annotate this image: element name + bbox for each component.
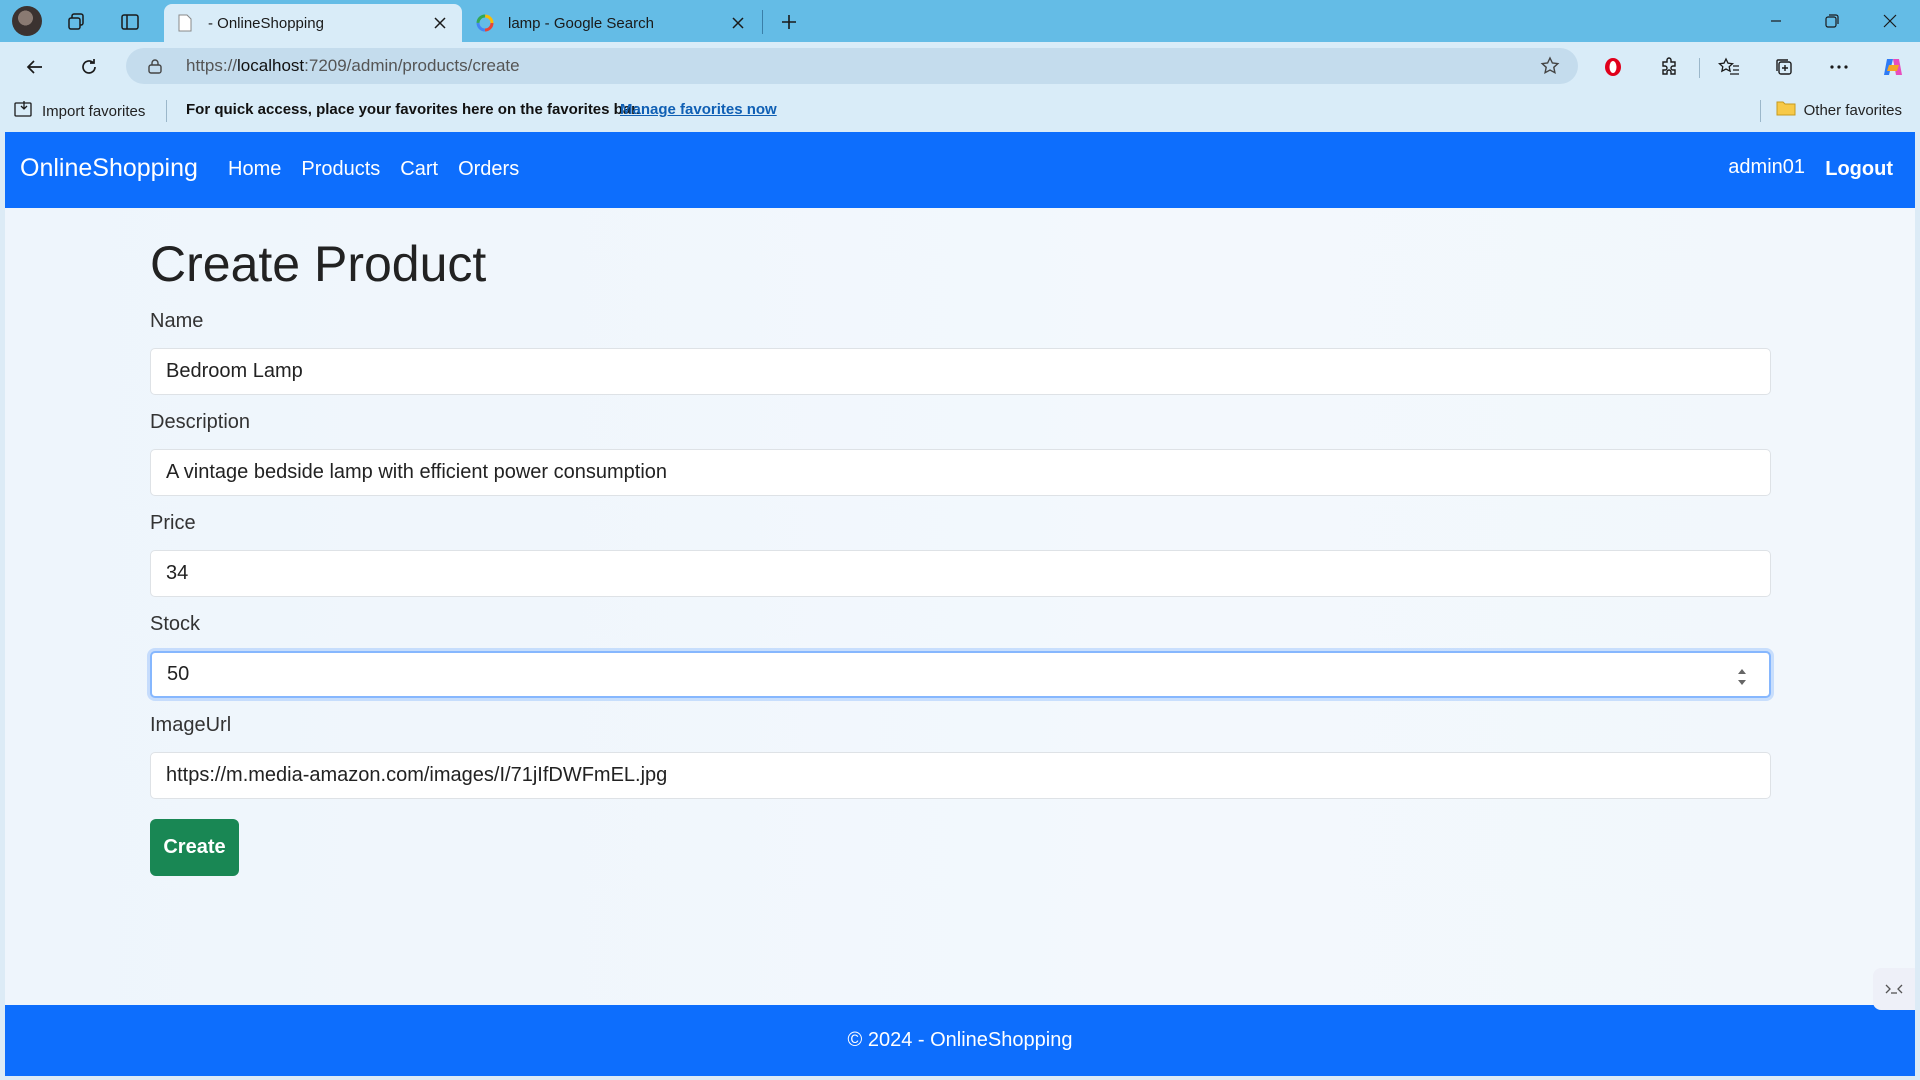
restore-icon[interactable] [1804, 0, 1860, 42]
refresh-icon[interactable] [72, 50, 106, 84]
favbar-divider [1760, 100, 1761, 122]
nav-links: Home Products Cart Orders [228, 158, 519, 181]
brand-link[interactable]: OnlineShopping [20, 154, 198, 183]
back-arrow-icon[interactable] [18, 50, 52, 84]
description-field-group: Description A vintage bedside lamp with … [150, 411, 1771, 496]
favbar-divider [166, 100, 167, 122]
logout-button[interactable]: Logout [1825, 158, 1893, 181]
google-icon [476, 14, 494, 32]
page-title: Create Product [150, 236, 487, 292]
stock-input[interactable]: 50 [150, 650, 1771, 698]
description-label: Description [150, 410, 251, 433]
close-icon[interactable] [430, 13, 450, 33]
site-navbar: OnlineShopping Home Products Cart Orders… [5, 132, 1915, 208]
imageurl-field-group: ImageUrl https://m.media-amazon.com/imag… [150, 714, 1771, 799]
new-tab-icon[interactable] [775, 8, 803, 36]
import-icon [14, 100, 34, 122]
address-toolbar: https://localhost:7209/admin/products/cr… [0, 42, 1920, 90]
name-field-group: Name Bedroom Lamp [150, 310, 1771, 395]
close-icon[interactable] [728, 13, 748, 33]
url-field[interactable]: https://localhost:7209/admin/products/cr… [126, 48, 1578, 84]
vertical-tabs-icon[interactable] [116, 8, 144, 36]
footer-text: © 2024 - OnlineShopping [847, 1029, 1073, 1051]
folder-icon [1776, 100, 1796, 120]
collections-icon[interactable] [1767, 50, 1801, 84]
extensions-icon[interactable] [1652, 50, 1686, 84]
opera-extension-icon[interactable] [1596, 50, 1630, 84]
workspaces-icon[interactable] [62, 8, 90, 36]
profile-avatar[interactable] [12, 6, 42, 36]
nav-link-products[interactable]: Products [301, 158, 380, 181]
favorites-hint: For quick access, place your favorites h… [186, 101, 641, 118]
browser-tab-strip: - OnlineShopping lamp - Google Search [0, 0, 1920, 42]
favorites-bar: Import favorites For quick access, place… [0, 90, 1920, 132]
tab-divider [762, 10, 763, 34]
import-favorites-label: Import favorites [42, 102, 146, 120]
copilot-icon[interactable] [1876, 50, 1910, 84]
stock-value: 50 [167, 662, 190, 685]
manage-favorites-link[interactable]: Manage favorites now [620, 101, 777, 118]
toolbar-divider [1699, 58, 1700, 78]
create-button[interactable]: Create [150, 818, 239, 876]
tab-google-search[interactable]: lamp - Google Search [464, 4, 760, 42]
tab-onlineshopping[interactable]: - OnlineShopping [164, 4, 462, 42]
current-user[interactable]: admin01 [1728, 156, 1805, 179]
create-product-form: Create Product Name Bedroom Lamp Descrip… [150, 208, 1771, 876]
favorites-icon[interactable] [1712, 50, 1746, 84]
description-input[interactable]: A vintage bedside lamp with efficient po… [150, 448, 1771, 496]
lock-icon[interactable] [148, 56, 168, 76]
page-icon [176, 14, 194, 32]
price-field-group: Price 34 [150, 512, 1771, 597]
url-path: :7209/admin/products/create [304, 56, 520, 75]
spinner-arrows-icon[interactable] [1737, 665, 1747, 689]
other-favorites-button[interactable]: Other favorites [1776, 100, 1902, 120]
price-input[interactable]: 34 [150, 549, 1771, 597]
more-options-icon[interactable] [1822, 50, 1856, 84]
other-favorites-label: Other favorites [1803, 101, 1902, 119]
nav-link-cart[interactable]: Cart [400, 158, 438, 181]
page-viewport: OnlineShopping Home Products Cart Orders… [5, 132, 1915, 1076]
imageurl-label: ImageUrl [150, 713, 232, 736]
minimize-icon[interactable] [1748, 0, 1804, 42]
import-favorites-button[interactable]: Import favorites [14, 100, 145, 122]
url-host: localhost [237, 56, 305, 75]
site-footer: © 2024 - OnlineShopping [5, 1005, 1915, 1076]
stock-label: Stock [150, 612, 201, 635]
window-close-icon[interactable] [1862, 0, 1918, 42]
tab-title: lamp - Google Search [508, 14, 654, 32]
sidebar-toggle-icon[interactable] [1873, 968, 1915, 1010]
star-icon[interactable] [1540, 56, 1560, 81]
tab-title: - OnlineShopping [208, 14, 324, 32]
stock-field-group: Stock 50 [150, 613, 1771, 698]
name-label: Name [150, 309, 204, 332]
name-input[interactable]: Bedroom Lamp [150, 347, 1771, 395]
url-prefix: https:// [186, 56, 238, 75]
price-label: Price [150, 511, 196, 534]
nav-link-orders[interactable]: Orders [458, 158, 519, 181]
nav-link-home[interactable]: Home [228, 158, 281, 181]
imageurl-input[interactable]: https://m.media-amazon.com/images/I/71jI… [150, 751, 1771, 799]
